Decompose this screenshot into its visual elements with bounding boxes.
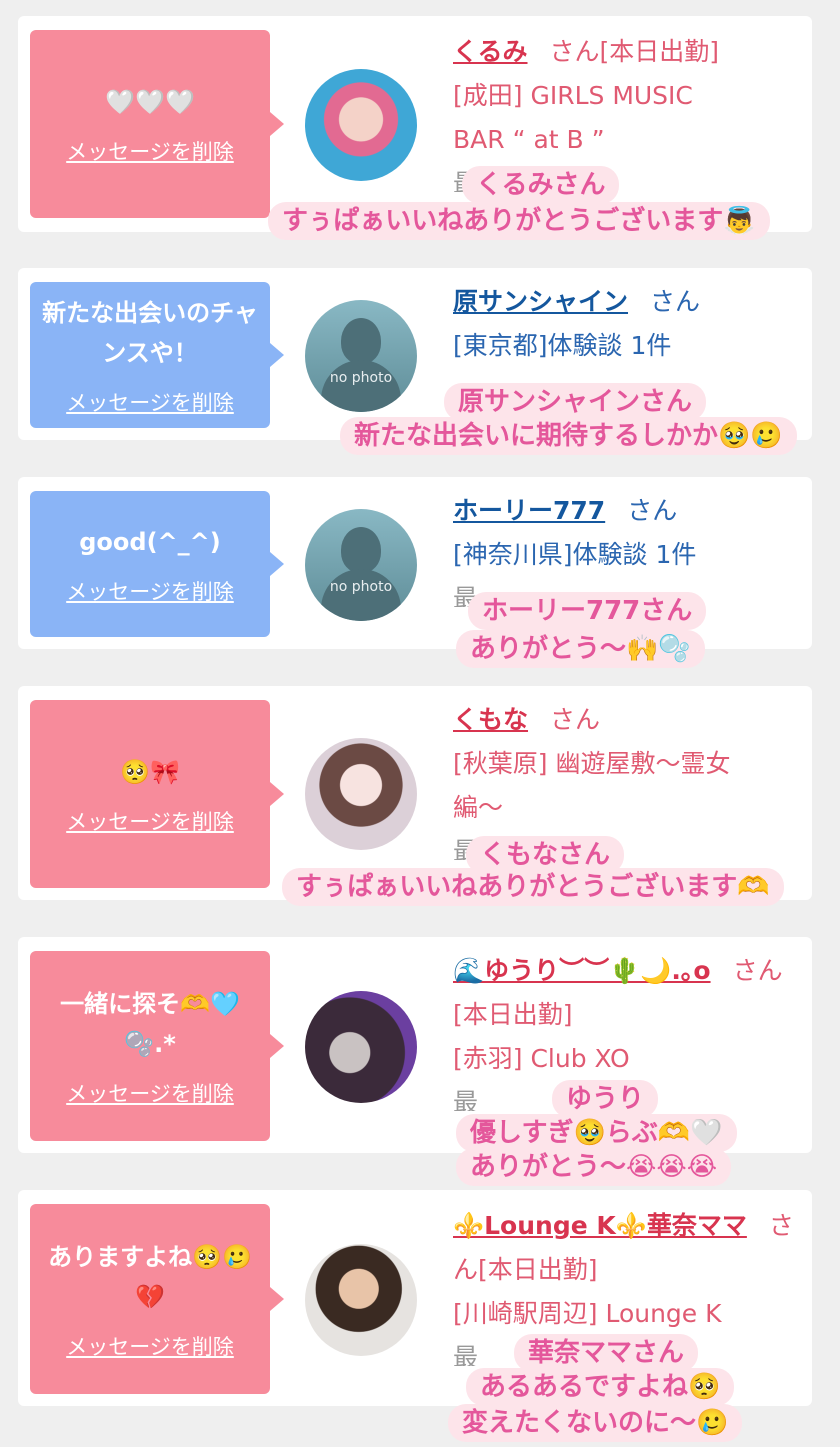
no-photo-avatar[interactable]: no photo [305,509,417,621]
caption-line: あるあるですよね🥺 [466,1368,735,1406]
delete-message-link[interactable]: メッセージを削除 [66,806,234,836]
message-text: 一緒に探そ🫶🩵🫧.* [60,990,240,1058]
profile-name-link[interactable]: 原サンシャイン [453,287,628,316]
profile-name-link[interactable]: ⚜️Lounge K⚜️華奈ママ [453,1211,747,1240]
caption-line: 変えたくないのに〜🥲 [448,1404,743,1442]
no-photo-label: no photo [329,370,393,386]
profile-name-link[interactable]: くもな [453,705,528,734]
profile-name-link[interactable]: 🌊ゆうり︶︶🌵🌙.｡o [453,956,711,985]
delete-message-link[interactable]: メッセージを削除 [66,136,234,166]
caption-line: 華奈ママさん [514,1334,699,1372]
caption-line: ホーリー777さん [468,592,707,630]
shop-info-cont: BAR “ at B ” [453,125,605,154]
caption-line: ありがとう〜🙌🫧 [456,630,705,668]
message-text: ありますよね🥺🥲💔 [48,1243,252,1311]
caption-line: 優しすぎ🥹らぶ🫶🤍 [456,1114,737,1152]
caption-line: ありがとう〜😭😭😭 [456,1148,732,1186]
message-text: 🥺🎀 [120,758,180,786]
message-bubble: 一緒に探そ🫶🩵🫧.* メッセージを削除 [30,951,284,1141]
profile-name-link[interactable]: くるみ [453,37,528,66]
shop-info: [川崎駅周辺] Lounge K [453,1299,722,1328]
shop-info: [神奈川県]体験談 1件 [453,540,697,569]
shop-info: [成田] GIRLS MUSIC [453,81,693,110]
caption-line: くるみさん [462,166,620,204]
delete-message-link[interactable]: メッセージを削除 [66,1078,234,1108]
caption-line: すぅぱぁいいねありがとうございます🫶 [282,868,784,906]
shop-info: [秋葉原] 幽遊屋敷〜霊女 [453,749,731,778]
message-text: 新たな出会いのチャンスや！ [42,299,258,367]
message-bubble: 🤍🤍🤍 メッセージを削除 [30,30,284,218]
honorific: さん[本日出勤] [549,37,720,66]
caption-line: 原サンシャインさん [444,383,707,421]
shop-info-cont: 編〜 [453,793,504,822]
profile-info: ホーリー777 さん [神奈川県]体験談 1件 最 [453,489,798,607]
message-text: 🤍🤍🤍 [105,88,195,116]
delete-message-link[interactable]: メッセージを削除 [66,387,234,417]
avatar[interactable] [305,1244,417,1356]
honorific: さん [550,705,601,734]
delete-message-link[interactable]: メッセージを削除 [66,576,234,606]
honorific: さん [627,496,678,525]
favorite-card: 🤍🤍🤍 メッセージを削除 くるみ さん[本日出勤] [成田] GIRLS MUSI… [18,16,812,232]
caption-line: 新たな出会いに期待するしかか🥹🥲 [340,417,797,455]
no-photo-label: no photo [329,579,393,595]
message-text: good(^_^) [79,528,221,556]
caption-line: ゆうり [552,1080,659,1118]
avatar[interactable] [305,738,417,850]
message-bubble: good(^_^) メッセージを削除 [30,491,284,637]
shop-info: [東京都]体験談 1件 [453,331,672,360]
message-bubble: 新たな出会いのチャンスや！ メッセージを削除 [30,282,284,428]
message-bubble: ありますよね🥺🥲💔 メッセージを削除 [30,1204,284,1394]
profile-info: 原サンシャイン さん [東京都]体験談 1件 [453,280,798,368]
avatar[interactable] [305,991,417,1103]
shop-info: [赤羽] Club XO [453,1044,630,1073]
profile-name-link[interactable]: ホーリー777 [453,496,605,525]
honorific: さん [650,287,701,316]
no-photo-avatar[interactable]: no photo [305,300,417,412]
message-bubble: 🥺🎀 メッセージを削除 [30,700,284,888]
avatar[interactable] [305,69,417,181]
caption-line: すぅぱぁいいねありがとうございます👼 [268,202,770,240]
delete-message-link[interactable]: メッセージを削除 [66,1331,234,1361]
